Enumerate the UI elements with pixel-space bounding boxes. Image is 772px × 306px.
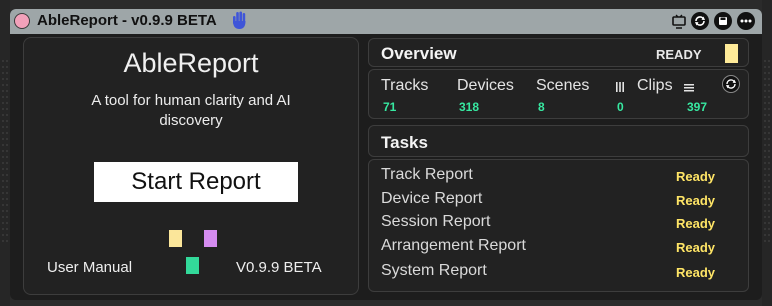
stat-label-scenes: Scenes	[536, 77, 590, 94]
stat-value-clips: 397	[687, 100, 708, 114]
device-titlebar[interactable]: AbleReport - v0.9.9 BETA	[10, 9, 762, 34]
device-title: AbleReport - v0.9.9 BETA	[37, 12, 217, 29]
stat-label-tracks: Tracks	[381, 77, 429, 94]
refresh-icon[interactable]	[691, 12, 709, 30]
tagline: A tool for human clarity and AI discover…	[24, 91, 358, 131]
task-device-report[interactable]: Device Report	[381, 190, 482, 208]
refresh-stats-icon[interactable]	[722, 75, 740, 93]
right-grip-rail[interactable]	[762, 0, 772, 306]
stat-value-tracks: 71	[383, 100, 397, 114]
tasks-list: Track Report Ready Device Report Ready S…	[368, 159, 749, 292]
hand-icon	[233, 11, 246, 29]
start-report-button[interactable]: Start Report	[94, 162, 298, 202]
task-device-status: Ready	[676, 193, 716, 208]
stat-label-clips: Clips	[637, 77, 673, 94]
list-icon	[684, 84, 694, 92]
task-session-report[interactable]: Session Report	[381, 213, 490, 231]
device-power-toggle[interactable]	[14, 13, 30, 29]
status-indicator	[725, 44, 738, 63]
overview-status: READY	[656, 47, 702, 62]
overview-stats: Tracks 71 Devices 318 Scenes 8 0 Clips 3…	[368, 69, 749, 119]
yellow-swatch[interactable]	[169, 230, 182, 247]
stat-value-unlabeled: 0	[617, 100, 624, 114]
more-icon[interactable]	[737, 12, 755, 30]
overview-heading: Overview	[381, 44, 457, 63]
overview-header: Overview READY	[368, 38, 749, 67]
task-system-status: Ready	[676, 265, 716, 280]
purple-swatch[interactable]	[204, 230, 217, 247]
task-session-status: Ready	[676, 216, 716, 231]
green-swatch[interactable]	[186, 257, 199, 274]
device-panel: AbleReport - v0.9.9 BETA AbleReport A to…	[10, 9, 762, 300]
bars-icon	[616, 82, 624, 92]
save-icon[interactable]	[714, 12, 732, 30]
about-panel: AbleReport A tool for human clarity and …	[23, 37, 359, 295]
task-arrangement-status: Ready	[676, 240, 716, 255]
tasks-header: Tasks	[368, 125, 749, 157]
tagline-line-2: discovery	[159, 112, 223, 129]
tasks-heading: Tasks	[381, 133, 428, 152]
task-arrangement-report[interactable]: Arrangement Report	[381, 237, 526, 255]
stat-value-scenes: 8	[538, 100, 545, 114]
task-track-report[interactable]: Track Report	[381, 166, 473, 184]
version-label: V0.9.9 BETA	[236, 259, 322, 276]
tagline-line-1: A tool for human clarity and AI	[91, 92, 291, 109]
user-manual-link[interactable]: User Manual	[47, 259, 132, 276]
stat-label-devices: Devices	[457, 77, 514, 94]
monitor-icon[interactable]	[670, 12, 688, 30]
stat-value-devices: 318	[459, 100, 480, 114]
left-grip-rail[interactable]	[0, 0, 10, 306]
task-system-report[interactable]: System Report	[381, 262, 487, 280]
app-title: AbleReport	[123, 48, 259, 78]
task-track-status: Ready	[676, 169, 716, 184]
